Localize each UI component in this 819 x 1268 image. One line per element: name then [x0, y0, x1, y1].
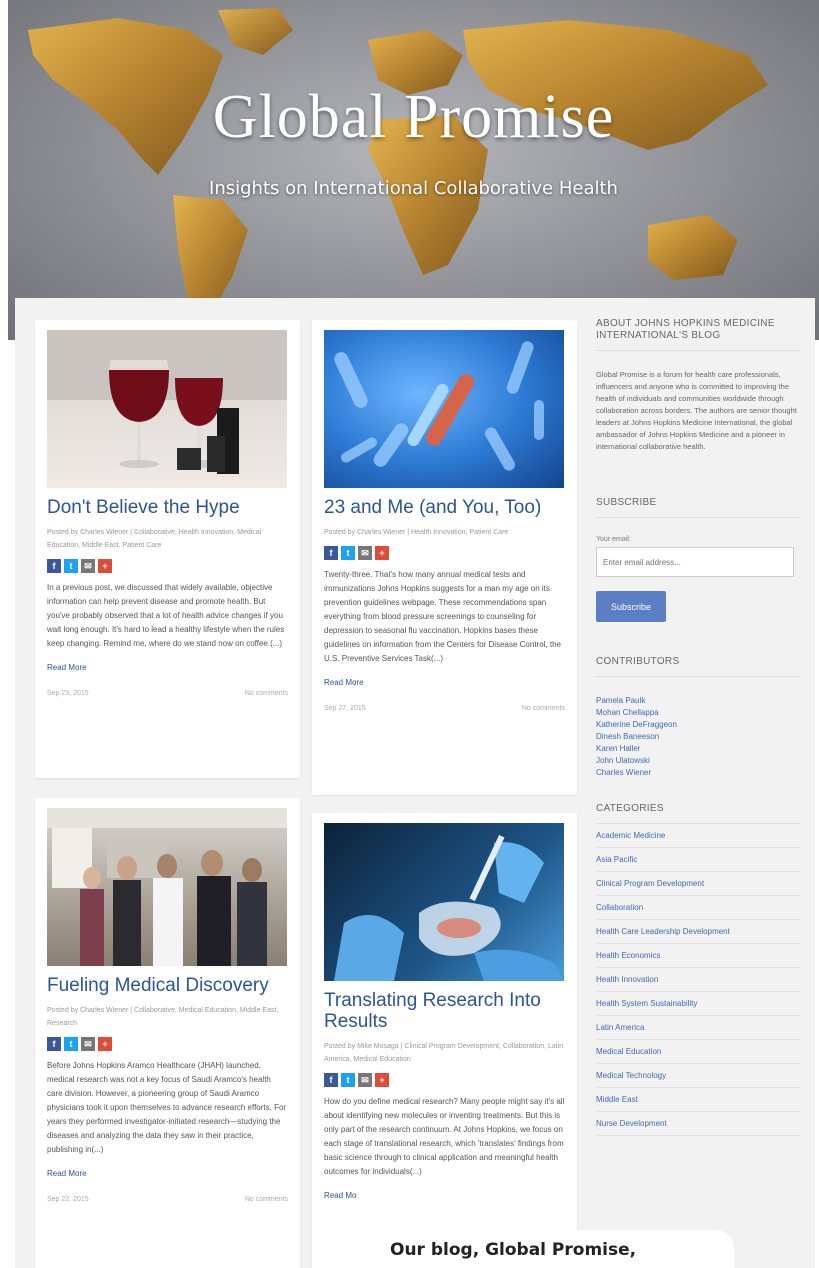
email-icon[interactable]: ✉	[358, 546, 372, 560]
post-footer: Sep 23, 2015 No comments	[47, 690, 288, 697]
sidebar: About Johns Hopkins Medicine Internation…	[596, 318, 801, 1136]
contributor-link[interactable]: Katherine DeFraggeon	[596, 719, 801, 731]
category-link[interactable]: Health Care Leadership Development	[596, 920, 801, 944]
post-meta: Posted by Charles Wiener | Health Innova…	[324, 529, 509, 536]
hero-banner: Global Promise Insights on International…	[8, 0, 819, 340]
read-more-link[interactable]: Read More	[324, 678, 565, 687]
contributor-link[interactable]: Karen Haller	[596, 743, 801, 755]
post-comments-link[interactable]: No comments	[245, 690, 288, 697]
site-title[interactable]: Global Promise	[8, 82, 819, 153]
email-field[interactable]	[596, 547, 794, 577]
facebook-icon[interactable]: f	[324, 1073, 338, 1087]
category-link[interactable]: Latin America	[596, 1016, 801, 1040]
twitter-icon[interactable]: t	[341, 546, 355, 560]
category-link[interactable]: Collaboration	[596, 896, 801, 920]
category-link[interactable]: Clinical Program Development	[596, 872, 801, 896]
facebook-icon[interactable]: f	[47, 559, 61, 573]
twitter-icon[interactable]: t	[64, 559, 78, 573]
category-link[interactable]: Medical Technology	[596, 1064, 801, 1088]
about-text: Global Promise is a forum for health car…	[596, 370, 797, 451]
contributor-link[interactable]: Mohan Chellappa	[596, 707, 801, 719]
email-label: Your email:	[596, 536, 631, 543]
post-title[interactable]: Fueling Medical Discovery	[47, 975, 288, 996]
post-thumbnail-lab[interactable]	[324, 823, 564, 981]
contributors-list: Pamela Paulk Mohan Chellappa Katherine D…	[596, 695, 801, 779]
chromosomes-image	[334, 341, 544, 471]
post-footer: Sep 22, 2015 No comments	[47, 1196, 288, 1203]
post-card: 23 and Me (and You, Too) Posted by Charl…	[312, 320, 577, 795]
category-link[interactable]: Health Innovation	[596, 968, 801, 992]
category-link[interactable]: Middle East	[596, 1088, 801, 1112]
world-map-graphic	[28, 8, 768, 320]
facebook-icon[interactable]: f	[47, 1037, 61, 1051]
twitter-icon[interactable]: t	[341, 1073, 355, 1087]
category-link[interactable]: Academic Medicine	[596, 824, 801, 848]
conference-photo	[47, 808, 287, 966]
post-card: Don't Believe the Hype Posted by Charles…	[35, 320, 300, 778]
post-date: Sep 27, 2015	[324, 705, 366, 712]
post-excerpt: Before Johns Hopkins Aramco Healthcare (…	[47, 1061, 287, 1154]
post-title[interactable]: Translating Research Into Results	[324, 990, 565, 1032]
post-excerpt: Twenty-three. That's how many annual med…	[324, 570, 562, 663]
category-link[interactable]: Health System Sustainability	[596, 992, 801, 1016]
post-meta: Posted by Charles Wiener | Collaborative…	[47, 1007, 279, 1027]
share-buttons: f t ✉ +	[47, 1037, 288, 1051]
read-more-link[interactable]: Read More	[47, 663, 288, 672]
post-title[interactable]: Don't Believe the Hype	[47, 497, 288, 518]
twitter-icon[interactable]: t	[64, 1037, 78, 1051]
plus-share-icon[interactable]: +	[375, 546, 389, 560]
post-excerpt: How do you define medical research? Many…	[324, 1097, 565, 1176]
category-link[interactable]: Medical Education	[596, 1040, 801, 1064]
site-subtitle: Insights on International Collaborative …	[209, 178, 618, 199]
post-footer: Sep 27, 2015 No comments	[324, 705, 565, 712]
post-comments-link[interactable]: No comments	[245, 1196, 288, 1203]
subscribe-heading: Subscribe	[596, 497, 801, 518]
post-comments-link[interactable]: No comments	[522, 705, 565, 712]
contributors-heading: Contributors	[596, 656, 801, 677]
post-thumbnail-conference[interactable]	[47, 808, 287, 966]
about-heading: About Johns Hopkins Medicine Internation…	[596, 318, 801, 351]
email-icon[interactable]: ✉	[358, 1073, 372, 1087]
subscribe-button[interactable]: Subscribe	[596, 591, 666, 622]
post-date: Sep 23, 2015	[47, 690, 89, 697]
plus-share-icon[interactable]: +	[375, 1073, 389, 1087]
categories-heading: Categories	[596, 803, 801, 824]
post-card: Fueling Medical Discovery Posted by Char…	[35, 798, 300, 1268]
content-panel: Don't Believe the Hype Posted by Charles…	[15, 298, 815, 1268]
contributor-link[interactable]: Pamela Paulk	[596, 695, 801, 707]
contributor-link[interactable]: John Ulatowski	[596, 755, 801, 767]
post-date: Sep 22, 2015	[47, 1196, 89, 1203]
post-title[interactable]: 23 and Me (and You, Too)	[324, 497, 565, 518]
category-link[interactable]: Nurse Development	[596, 1112, 801, 1136]
lab-research-image	[334, 835, 564, 981]
post-meta: Posted by Mike Mosaga | Clinical Program…	[324, 1043, 564, 1063]
contributor-link[interactable]: Charles Wiener	[596, 767, 801, 779]
contributor-link[interactable]: Dinesh Baneeson	[596, 731, 801, 743]
wine-glasses-image	[47, 330, 287, 474]
caption-overlay: Our blog, Global Promise,	[374, 1230, 734, 1268]
category-link[interactable]: Asia Pacific	[596, 848, 801, 872]
category-link[interactable]: Health Economics	[596, 944, 801, 968]
email-icon[interactable]: ✉	[81, 1037, 95, 1051]
post-meta: Posted by Charles Wiener | Collaborative…	[47, 529, 262, 549]
share-buttons: f t ✉ +	[324, 1073, 565, 1087]
read-more-link[interactable]: Read Mo	[324, 1191, 565, 1200]
plus-share-icon[interactable]: +	[98, 1037, 112, 1051]
plus-share-icon[interactable]: +	[98, 559, 112, 573]
post-excerpt: In a previous post, we discussed that wi…	[47, 583, 285, 648]
facebook-icon[interactable]: f	[324, 546, 338, 560]
email-icon[interactable]: ✉	[81, 559, 95, 573]
categories-list: Academic Medicine Asia Pacific Clinical …	[596, 824, 801, 1136]
share-buttons: f t ✉ +	[324, 546, 565, 560]
post-card: Translating Research Into Results Posted…	[312, 813, 577, 1268]
post-thumbnail-wine[interactable]	[47, 330, 287, 488]
share-buttons: f t ✉ +	[47, 559, 288, 573]
post-thumbnail-chromosomes[interactable]	[324, 330, 564, 488]
read-more-link[interactable]: Read More	[47, 1169, 288, 1178]
